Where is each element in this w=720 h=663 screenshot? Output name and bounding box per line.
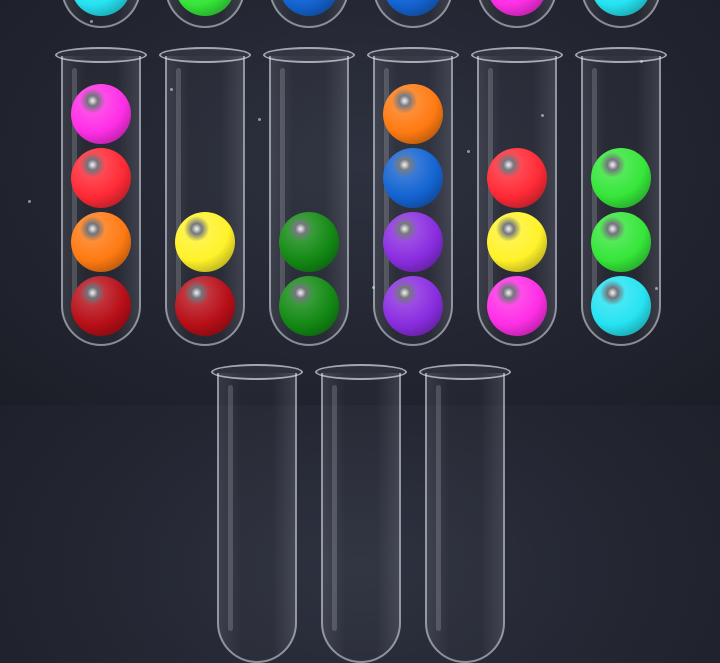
ball <box>591 276 651 336</box>
tube-rim <box>419 364 511 380</box>
tube-bottom-1[interactable] <box>211 364 303 663</box>
ball <box>591 148 651 208</box>
ball <box>279 276 339 336</box>
ball <box>383 148 443 208</box>
tube-glare <box>228 385 233 631</box>
tube-bottom-2[interactable] <box>315 364 407 663</box>
tube-glare <box>436 385 441 631</box>
ball <box>175 276 235 336</box>
game-board <box>0 0 720 663</box>
background-sparkle <box>28 200 31 203</box>
tube-rim <box>367 47 459 63</box>
ball <box>487 148 547 208</box>
ball <box>487 276 547 336</box>
tube-bottom-3[interactable] <box>419 364 511 663</box>
ball <box>383 84 443 144</box>
ball <box>71 276 131 336</box>
ball <box>279 212 339 272</box>
background-sparkle <box>467 150 470 153</box>
ball <box>487 212 547 272</box>
ball <box>591 212 651 272</box>
tube-glare <box>280 68 285 314</box>
tube-rim <box>159 47 251 63</box>
tube-rim <box>211 364 303 380</box>
tube-glare <box>176 68 181 314</box>
ball <box>71 148 131 208</box>
tube-rim <box>315 364 407 380</box>
ball <box>383 276 443 336</box>
background-sparkle <box>258 118 261 121</box>
ball <box>71 84 131 144</box>
ball <box>383 212 443 272</box>
ball <box>71 212 131 272</box>
tube-rim <box>263 47 355 63</box>
tube-rim <box>55 47 147 63</box>
tube-rim <box>575 47 667 63</box>
ball <box>175 212 235 272</box>
tube-glare <box>332 385 337 631</box>
tube-rim <box>471 47 563 63</box>
